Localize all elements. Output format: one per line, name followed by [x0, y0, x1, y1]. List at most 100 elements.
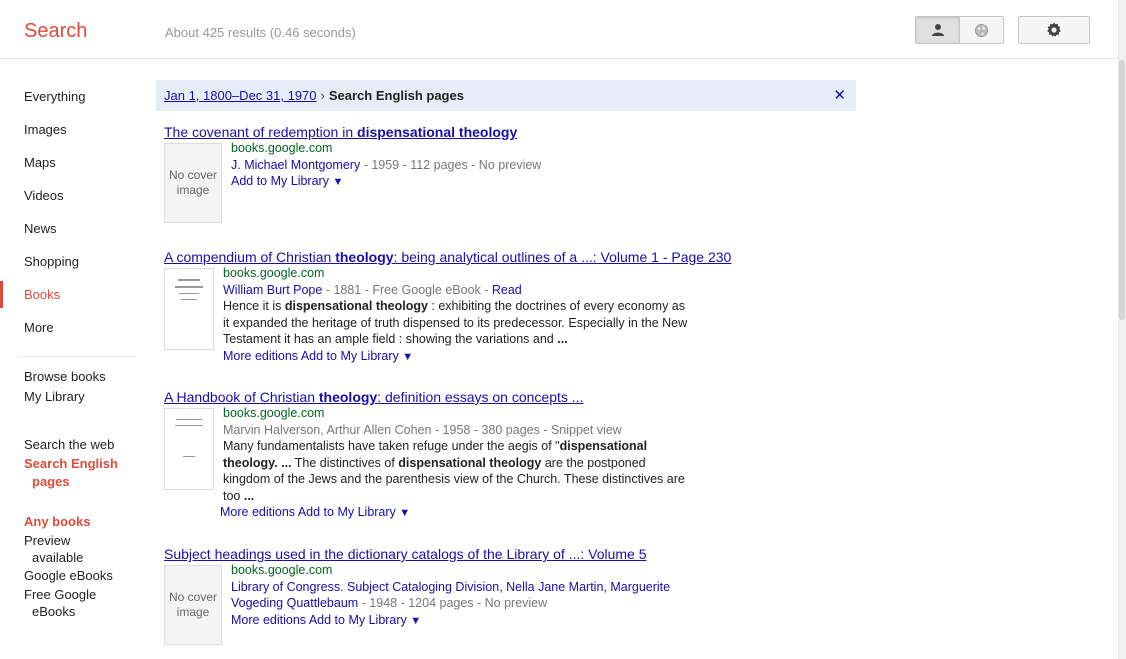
browse-books-link[interactable]: Browse books [0, 367, 140, 387]
google-ebooks-link[interactable]: Google eBooks [0, 566, 140, 586]
my-library-link[interactable]: My Library [0, 387, 140, 407]
nav-videos[interactable]: Videos [0, 179, 140, 212]
result-body: No cover image books.google.com J. Michae… [164, 140, 864, 223]
search-the-web-link[interactable]: Search the web [0, 435, 140, 455]
result-url: books.google.com [223, 266, 325, 280]
nav-maps[interactable]: Maps [0, 146, 140, 179]
add-to-library-link[interactable]: Add to My Library [231, 174, 329, 188]
author-link[interactable]: J. Michael Montgomery [231, 158, 360, 172]
current-filter: Search English pages [328, 88, 464, 103]
book-cover-thumbnail[interactable] [164, 268, 214, 350]
nav-news[interactable]: News [0, 212, 140, 245]
result-stats: About 425 results (0.46 seconds) [165, 25, 356, 40]
result-info: books.google.com Library of Congress. Su… [231, 562, 670, 645]
result-item: A compendium of Christian theology: bein… [164, 249, 864, 365]
active-filter-bar: Jan 1, 1800–Dec 31, 1970 › Search Englis… [156, 80, 856, 111]
result-url: books.google.com [231, 141, 333, 155]
author-link[interactable]: William Burt Pope [223, 283, 322, 297]
preview-available-link[interactable]: Preview available [0, 532, 140, 566]
author-link[interactable]: Vogeding Quattlebaum [231, 596, 358, 610]
thumb-text: image [176, 605, 210, 619]
read-link[interactable]: Read [492, 283, 522, 297]
search-english-pages-selected: Search English pages [0, 455, 140, 491]
person-icon [931, 24, 944, 36]
result-title-link[interactable]: The covenant of redemption in dispensati… [164, 124, 517, 140]
result-actions: More editions Add to My Library ▼ [231, 612, 670, 630]
result-title-link[interactable]: A compendium of Christian theology: bein… [164, 249, 731, 265]
date-range-filter-link[interactable]: Jan 1, 1800–Dec 31, 1970 [164, 88, 317, 103]
nav-images[interactable]: Images [0, 113, 140, 146]
snippet-text: : exhibiting the doctrines of every econ… [427, 299, 686, 313]
thumb-text: image [176, 183, 210, 197]
result-snippet: Hence it is dispensational theology : ex… [223, 298, 713, 348]
snippet-highlight: dispensational theology [398, 455, 542, 470]
author-link[interactable]: , Nella Jane Martin, Marguerite [499, 580, 670, 594]
dropdown-arrow-icon[interactable]: ▼ [332, 176, 343, 188]
personal-results-toggle [915, 16, 1004, 44]
nav-books[interactable]: Books [0, 278, 140, 311]
dropdown-arrow-icon[interactable]: ▼ [410, 615, 421, 627]
personal-results-button[interactable] [916, 17, 959, 43]
author-link[interactable]: Library of Congress. Subject Cataloging … [231, 580, 499, 594]
free-google-ebooks-link[interactable]: Free Google eBooks [0, 586, 140, 620]
snippet-text: it expanded the heritage of truth dispen… [223, 315, 688, 330]
snippet-highlight: ... [557, 332, 568, 346]
thumb-text: No cover [168, 168, 218, 182]
more-editions-link[interactable]: More editions [220, 505, 295, 519]
title-highlight: dispensational theology [357, 124, 518, 140]
global-results-button[interactable] [959, 17, 1003, 43]
more-editions-link[interactable]: More editions [223, 349, 298, 363]
dropdown-arrow-icon[interactable]: ▼ [402, 351, 413, 363]
result-meta: Library of Congress. Subject Cataloging … [231, 579, 670, 596]
search-logo[interactable]: Search [24, 20, 87, 43]
result-meta: Marvin Halverson, Arthur Allen Cohen - 1… [223, 422, 622, 437]
dropdown-arrow-icon[interactable]: ▼ [399, 507, 410, 519]
title-text: : being analytical outlines of a ...: Vo… [393, 249, 732, 265]
result-url: books.google.com [231, 563, 333, 577]
more-editions-link[interactable]: More editions [231, 613, 306, 627]
add-to-library-link[interactable]: Add to My Library [301, 349, 399, 363]
result-meta: William Burt Pope - 1881 - Free Google e… [223, 282, 713, 299]
result-body: books.google.com William Burt Pope - 188… [164, 265, 864, 365]
result-url: books.google.com [223, 406, 325, 420]
nav-shopping[interactable]: Shopping [0, 245, 140, 278]
gear-icon [1047, 22, 1061, 37]
result-info: books.google.com J. Michael Montgomery -… [231, 140, 541, 223]
result-item: A Handbook of Christian theology: defini… [164, 389, 864, 522]
book-cover-thumbnail[interactable] [164, 408, 214, 490]
result-actions: More editions Add to My Library ▼ [223, 348, 713, 366]
add-to-library-link[interactable]: Add to My Library [298, 505, 396, 519]
free-line-1: Free Google [24, 587, 97, 602]
snippet-highlight: dispensational [559, 439, 648, 453]
title-text: A Handbook of Christian [164, 389, 319, 405]
add-to-library-link[interactable]: Add to My Library [309, 613, 407, 627]
globe-icon [974, 23, 989, 37]
settings-button[interactable] [1018, 16, 1090, 44]
snippet-highlight: . ... [274, 455, 292, 470]
snippet-text: Hence it is [223, 299, 285, 313]
result-title-link[interactable]: A Handbook of Christian theology: defini… [164, 389, 583, 405]
result-snippet: Many fundamentalists have taken refuge u… [223, 438, 713, 504]
result-info: books.google.com William Burt Pope - 188… [223, 265, 713, 365]
close-icon[interactable]: ✕ [833, 86, 846, 104]
result-info: books.google.com Marvin Halverson, Arthu… [220, 405, 713, 522]
result-item: Subject headings used in the dictionary … [164, 546, 864, 645]
title-text: A compendium of Christian [164, 249, 336, 265]
top-bar: Search About 425 results (0.46 seconds) [0, 0, 1118, 59]
nav-more[interactable]: More [0, 311, 140, 344]
result-body: No cover image books.google.com Library o… [164, 562, 864, 645]
snippet-text: are the postponed [541, 455, 646, 470]
cover-lines [173, 279, 205, 305]
result-meta: J. Michael Montgomery - 1959 - 112 pages… [231, 157, 541, 174]
result-title-link[interactable]: Subject headings used in the dictionary … [164, 546, 647, 562]
no-cover-thumbnail[interactable]: No cover image [164, 143, 222, 223]
search-english-line-1: Search English [24, 456, 118, 471]
nav-everything[interactable]: Everything [0, 80, 140, 113]
scrollbar-thumb[interactable] [1119, 60, 1125, 320]
sidebar-divider [18, 356, 136, 357]
result-actions: Add to My Library ▼ [231, 173, 541, 191]
no-cover-thumbnail[interactable]: No cover image [164, 565, 222, 645]
title-highlight: theology [318, 389, 378, 405]
snippet-text: Many fundamentalists have taken refuge u… [223, 439, 560, 453]
